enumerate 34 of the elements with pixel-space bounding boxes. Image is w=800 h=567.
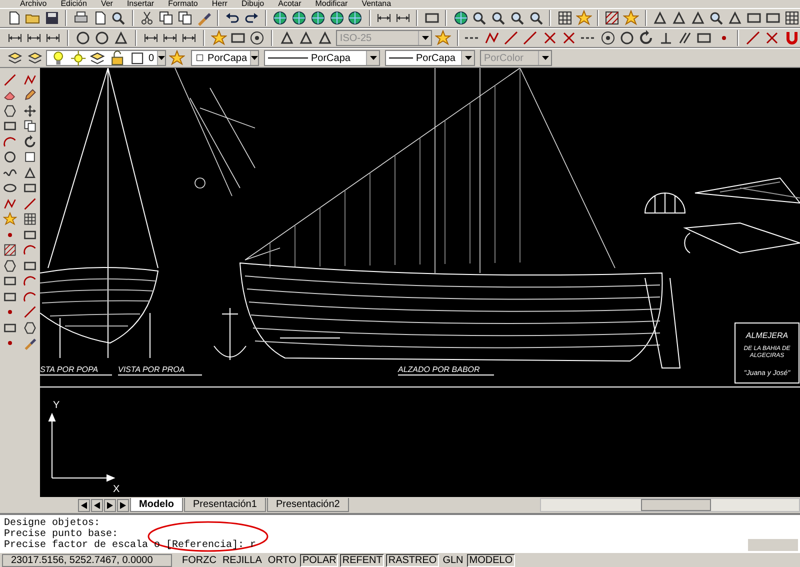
- axis-label: Y: [53, 400, 60, 411]
- menu-item[interactable]: Modificar: [315, 0, 348, 8]
- menu-item[interactable]: Archivo: [20, 0, 47, 8]
- layout-tab[interactable]: Presentación2: [266, 498, 349, 512]
- status-toggle[interactable]: FORZC: [180, 554, 218, 566]
- layer-dropdown[interactable]: 0: [46, 50, 166, 66]
- layout-tab[interactable]: Modelo: [130, 498, 183, 512]
- status-toggle[interactable]: MODELO: [467, 554, 515, 566]
- command-line: Precise punto base:: [4, 529, 118, 540]
- menu-item[interactable]: Herr: [212, 0, 228, 8]
- status-toggle[interactable]: GLN: [440, 554, 466, 566]
- status-toggle[interactable]: ORTO: [266, 554, 298, 566]
- linetype-dropdown[interactable]: PorCapa: [264, 50, 380, 66]
- view-label: VISTA POR PROA: [118, 365, 185, 374]
- menu-item[interactable]: Formato: [168, 0, 198, 8]
- menu-item[interactable]: Ver: [100, 0, 113, 8]
- coordinates-readout: 23017.5156, 5252.7467, 0.0000: [2, 554, 172, 566]
- view-label: ALZADO POR BABOR: [398, 365, 480, 374]
- command-line: Designe objetos:: [4, 518, 100, 529]
- menu-item[interactable]: Insertar: [126, 0, 154, 8]
- menu-item[interactable]: Edición: [60, 0, 87, 8]
- menu-item[interactable]: Ventana: [362, 0, 392, 8]
- color-dropdown[interactable]: PorCapa: [191, 50, 259, 66]
- lineweight-dropdown[interactable]: PorCapa: [385, 50, 475, 66]
- menu-item[interactable]: Dibujo: [241, 0, 264, 8]
- status-toggle[interactable]: REJILLA: [220, 554, 264, 566]
- status-toggle[interactable]: REFENT: [340, 554, 384, 566]
- view-label: STA POR POPA: [40, 365, 98, 374]
- axis-label: X: [113, 484, 120, 495]
- drawing-title: ALMEJERA: [746, 331, 788, 340]
- menu-item[interactable]: Acotar: [278, 0, 302, 8]
- status-toggle[interactable]: RASTREO: [386, 554, 439, 566]
- status-toggle[interactable]: POLAR: [300, 554, 338, 566]
- layout-tab[interactable]: Presentación1: [184, 498, 266, 512]
